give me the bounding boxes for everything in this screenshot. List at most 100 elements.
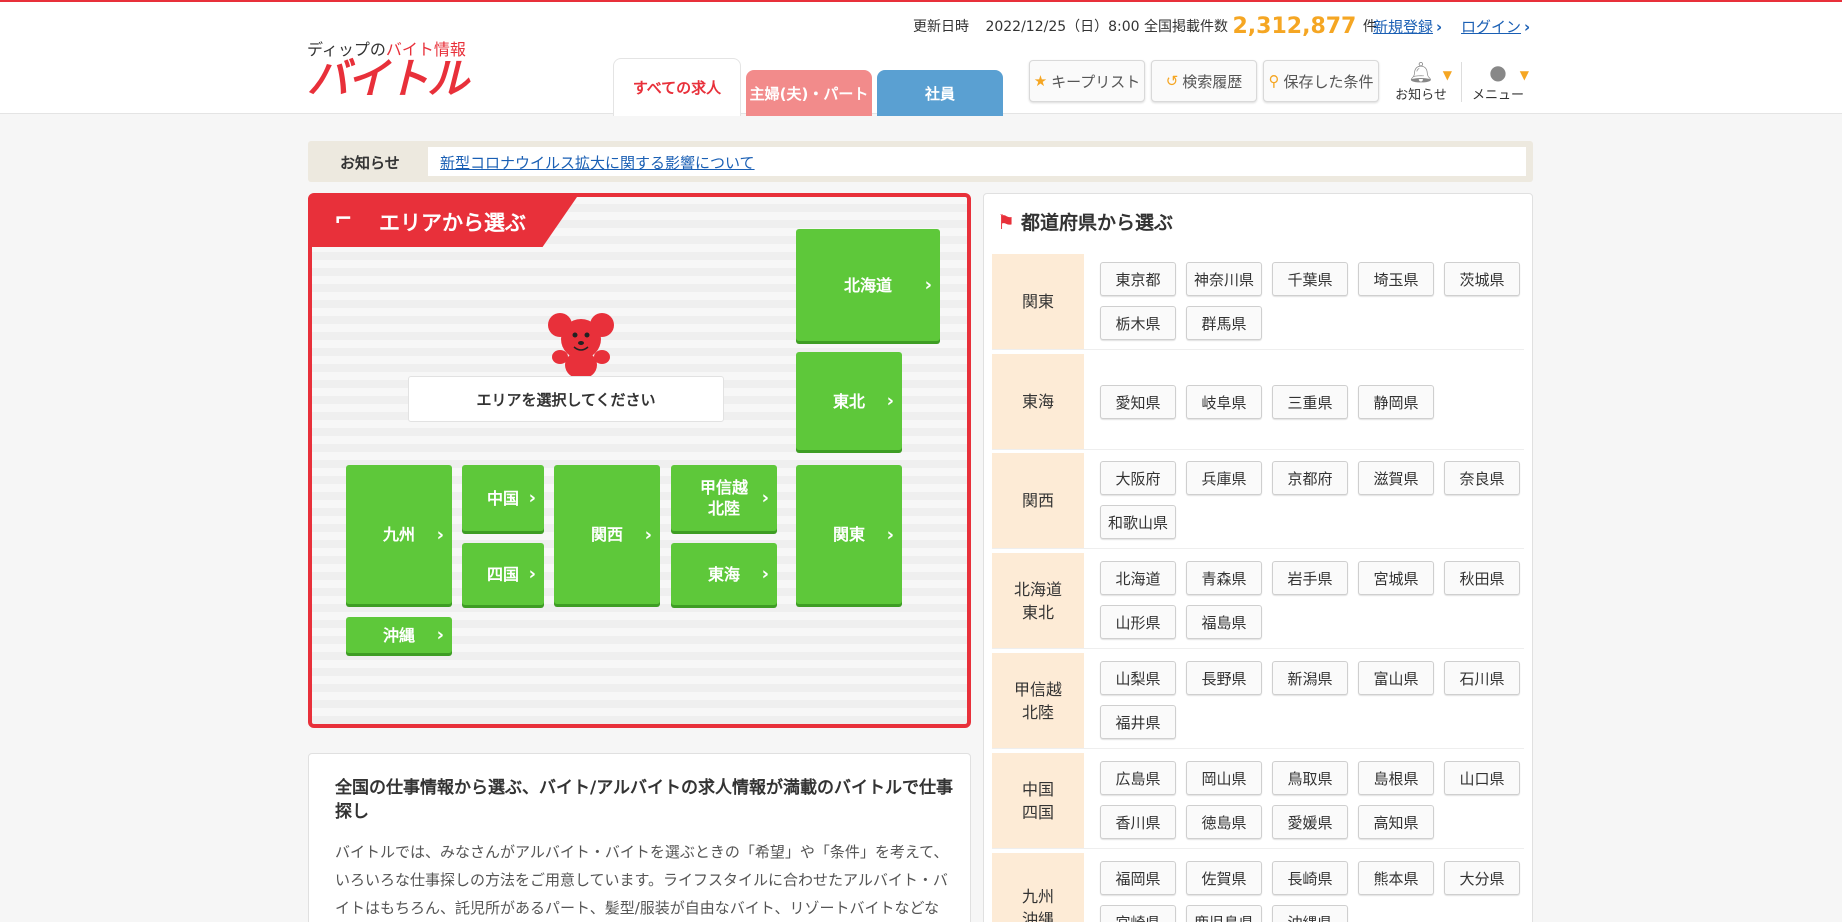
saved-conditions-button[interactable]: ⚲ 保存した条件 [1263,60,1379,102]
prefecture-button[interactable]: 兵庫県 [1186,461,1262,495]
prefecture-button[interactable]: 山口県 [1444,761,1520,795]
region-label: 沖縄 [382,625,415,645]
prefecture-button[interactable]: 滋賀県 [1358,461,1434,495]
region-kyushu[interactable]: 九州 › [346,465,452,604]
chevron-right-icon: › [1436,18,1443,36]
prefecture-button[interactable]: 鹿児島県 [1186,905,1262,922]
region-hokkaido[interactable]: 北海道 › [796,229,940,341]
region-label: 東海 [707,564,740,584]
prefecture-button[interactable]: 宮崎県 [1100,905,1176,922]
prefecture-button[interactable]: 新潟県 [1272,661,1348,695]
prefecture-button[interactable]: 高知県 [1358,805,1434,839]
keep-list-label: キープリスト [1051,72,1141,91]
prefecture-button[interactable]: 大阪府 [1100,461,1176,495]
chevron-right-icon: › [886,524,894,545]
search-history-button[interactable]: ↺ 検索履歴 [1151,60,1257,102]
prefecture-header: ⚑ 都道府県から選ぶ [997,208,1173,235]
search-icon: ⚲ [1268,72,1280,90]
prefecture-button[interactable]: 宮城県 [1358,561,1434,595]
prefecture-button[interactable]: 静岡県 [1358,385,1434,419]
prefecture-button[interactable]: 岡山県 [1186,761,1262,795]
tab-full-time[interactable]: 社員 [877,70,1003,116]
notice-label: お知らせ [340,154,400,172]
register-link[interactable]: 新規登録 › [1373,16,1442,37]
notice-link[interactable]: 新型コロナウイルス拡大に関する影響について [440,152,755,173]
prefecture-button[interactable]: 山梨県 [1100,661,1176,695]
prefecture-button[interactable]: 愛知県 [1100,385,1176,419]
map-pin-icon: ⚑ [997,210,1015,234]
region-label: 四国 [486,564,519,584]
chevron-right-icon: › [528,563,536,585]
region-tokai[interactable]: 東海 › [671,543,777,605]
site-logo[interactable]: バイトル [307,54,469,104]
listings-count: 2,312,877 [1232,14,1357,39]
prefecture-button[interactable]: 茨城県 [1444,262,1520,296]
chevron-down-icon: ▼ [1519,68,1529,82]
prefecture-button[interactable]: 栃木県 [1100,306,1176,340]
prefecture-button[interactable]: 石川県 [1444,661,1520,695]
prefecture-region-label: 北海道 東北 [992,553,1084,648]
prefecture-button[interactable]: 三重県 [1272,385,1348,419]
region-label: 中国 [486,488,519,508]
prefecture-button[interactable]: 青森県 [1186,561,1262,595]
region-chugoku[interactable]: 中国 › [462,465,544,531]
prefecture-button[interactable]: 千葉県 [1272,262,1348,296]
notifications-label: お知らせ [1395,88,1447,103]
keep-list-button[interactable]: ★ キープリスト [1029,60,1145,102]
menu-button[interactable]: ● ▼ メニュー [1467,60,1529,104]
prefecture-button[interactable]: 神奈川県 [1186,262,1262,296]
region-label: 東北 [832,391,865,411]
tab-part-time[interactable]: 主婦(夫)・パート [746,70,872,116]
menu-label: メニュー [1471,88,1524,103]
prefecture-button[interactable]: 岩手県 [1272,561,1348,595]
region-okinawa[interactable]: 沖縄 › [346,617,452,653]
prefecture-button[interactable]: 富山県 [1358,661,1434,695]
prefecture-button[interactable]: 山形県 [1100,605,1176,639]
prefecture-button[interactable]: 鳥取県 [1272,761,1348,795]
prefecture-button[interactable]: 愛媛県 [1272,805,1348,839]
prefecture-row: 甲信越 北陸 山梨県 長野県 新潟県 富山県 石川県 福井県 [992,653,1524,749]
notifications-button[interactable]: 🔔︎ ▼ お知らせ [1390,60,1452,104]
prefecture-button[interactable]: 広島県 [1100,761,1176,795]
region-shikoku[interactable]: 四国 › [462,543,544,605]
prefecture-button[interactable]: 埼玉県 [1358,262,1434,296]
prefecture-region-label: 関東 [992,254,1084,349]
mascot-icon [548,313,614,382]
saved-conditions-label: 保存した条件 [1283,72,1374,91]
tab-all-jobs[interactable]: すべての求人 [613,58,741,116]
prefecture-button[interactable]: 福島県 [1186,605,1262,639]
area-prompt: エリアを選択してください [408,376,724,422]
region-koshinetsu-hokuriku[interactable]: 甲信越 北陸 › [671,465,777,531]
search-history-label: 検索履歴 [1182,72,1243,91]
prefecture-button[interactable]: 秋田県 [1444,561,1520,595]
chevron-right-icon: › [528,487,536,509]
prefecture-button[interactable]: 熊本県 [1358,861,1434,895]
prefecture-button[interactable]: 島根県 [1358,761,1434,795]
prefecture-button[interactable]: 福岡県 [1100,861,1176,895]
prefecture-button[interactable]: 長野県 [1186,661,1262,695]
region-tohoku[interactable]: 東北 › [796,352,902,450]
prefecture-button[interactable]: 徳島県 [1186,805,1262,839]
prefecture-button[interactable]: 香川県 [1100,805,1176,839]
prefecture-button[interactable]: 沖縄県 [1272,905,1348,922]
chevron-right-icon: › [761,487,769,509]
chevron-right-icon: › [644,524,652,545]
prefecture-button[interactable]: 東京都 [1100,262,1176,296]
prefecture-button[interactable]: 岐阜県 [1186,385,1262,419]
divider [1461,62,1462,102]
region-kanto[interactable]: 関東 › [796,465,902,604]
prefecture-button[interactable]: 群馬県 [1186,306,1262,340]
prefecture-button[interactable]: 大分県 [1444,861,1520,895]
prefecture-button[interactable]: 北海道 [1100,561,1176,595]
prefecture-button[interactable]: 和歌山県 [1100,505,1176,539]
prefecture-button[interactable]: 長崎県 [1272,861,1348,895]
prefecture-button[interactable]: 佐賀県 [1186,861,1262,895]
chevron-right-icon: › [886,390,894,412]
notice-box: 新型コロナウイルス拡大に関する影響について [428,147,1526,176]
chevron-right-icon: › [436,524,444,545]
prefecture-button[interactable]: 京都府 [1272,461,1348,495]
prefecture-button[interactable]: 福井県 [1100,705,1176,739]
prefecture-button[interactable]: 奈良県 [1444,461,1520,495]
region-kansai[interactable]: 関西 › [554,465,660,604]
login-link[interactable]: ログイン › [1461,16,1530,37]
